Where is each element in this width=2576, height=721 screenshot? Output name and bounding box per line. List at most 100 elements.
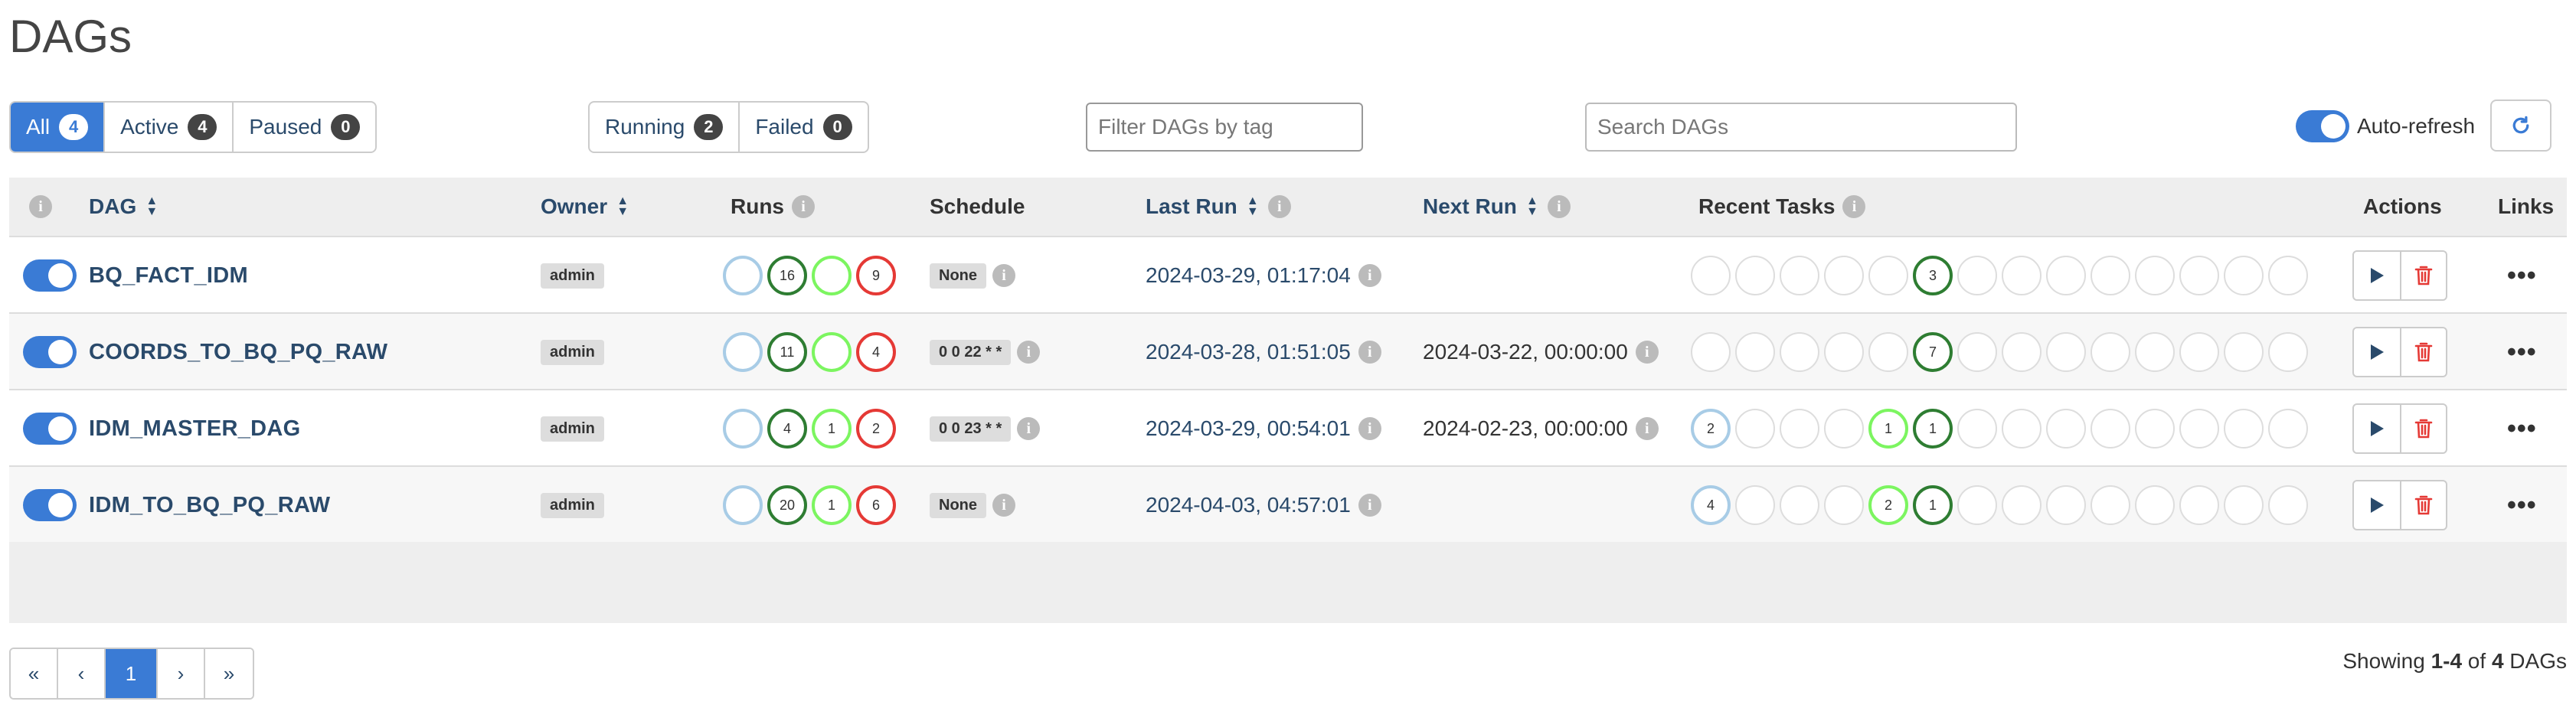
recent-task-circle[interactable] [2002, 332, 2042, 372]
info-icon[interactable]: i [1635, 341, 1659, 364]
recent-task-circle[interactable] [2091, 485, 2130, 525]
recent-task-circle[interactable] [1824, 256, 1864, 295]
delete-dag-button[interactable] [2400, 405, 2446, 452]
page-prev-button[interactable]: ‹ [58, 649, 106, 698]
owner-tag[interactable]: admin [541, 416, 604, 442]
recent-task-circle[interactable] [1735, 485, 1775, 525]
run-state-running[interactable] [812, 332, 852, 372]
recent-task-circle[interactable]: 2 [1691, 409, 1731, 449]
page-first-button[interactable]: « [11, 649, 58, 698]
recent-task-circle[interactable] [2268, 256, 2308, 295]
recent-task-circle[interactable] [1735, 409, 1775, 449]
recent-task-circle[interactable] [1780, 485, 1819, 525]
recent-task-circle[interactable] [2091, 332, 2130, 372]
more-dots-icon[interactable]: ••• [2507, 414, 2537, 444]
dag-id-link[interactable]: BQ_FACT_IDM [89, 263, 248, 289]
recent-task-circle[interactable]: 1 [1913, 409, 1953, 449]
recent-task-circle[interactable] [1957, 409, 1997, 449]
owner-tag[interactable]: admin [541, 263, 604, 289]
trigger-dag-button[interactable] [2354, 481, 2400, 529]
tag-filter-input[interactable] [1086, 103, 1363, 152]
recent-task-circle[interactable] [2268, 409, 2308, 449]
col-next-run[interactable]: Next Run ▲ ▼ i [1423, 178, 1571, 236]
more-dots-icon[interactable]: ••• [2507, 338, 2537, 367]
recent-task-circle[interactable] [1957, 332, 1997, 372]
run-state-queued[interactable] [723, 409, 763, 449]
recent-task-circle[interactable]: 3 [1913, 256, 1953, 295]
recent-task-circle[interactable] [2179, 256, 2219, 295]
recent-task-circle[interactable] [2224, 332, 2264, 372]
info-icon[interactable]: i [992, 494, 1015, 517]
owner-tag[interactable]: admin [541, 492, 604, 518]
dag-pause-toggle[interactable] [23, 259, 77, 292]
recent-task-circle[interactable] [1691, 256, 1731, 295]
info-icon[interactable]: i [1267, 195, 1291, 218]
recent-task-circle[interactable] [2268, 332, 2308, 372]
info-icon[interactable]: i [29, 195, 52, 218]
run-state-success[interactable]: 4 [767, 409, 807, 449]
run-state-queued[interactable] [723, 332, 763, 372]
col-owner[interactable]: Owner ▲ ▼ [541, 178, 630, 236]
more-dots-icon[interactable]: ••• [2507, 491, 2537, 520]
recent-task-circle[interactable] [1780, 256, 1819, 295]
recent-task-circle[interactable] [1957, 256, 1997, 295]
last-run-link[interactable]: 2024-04-03, 04:57:01 [1146, 493, 1351, 517]
info-icon[interactable]: i [792, 195, 815, 218]
run-state-success[interactable]: 16 [767, 256, 807, 295]
info-icon[interactable]: i [1017, 417, 1041, 440]
dag-pause-toggle[interactable] [23, 413, 77, 445]
search-input[interactable] [1585, 103, 2017, 152]
recent-task-circle[interactable] [2224, 409, 2264, 449]
dag-id-link[interactable]: COORDS_TO_BQ_PQ_RAW [89, 340, 387, 365]
run-state-running[interactable]: 1 [812, 409, 852, 449]
recent-task-circle[interactable] [1780, 409, 1819, 449]
recent-task-circle[interactable]: 1 [1913, 485, 1953, 525]
col-last-run[interactable]: Last Run ▲ ▼ i [1146, 178, 1291, 236]
recent-task-circle[interactable] [2179, 485, 2219, 525]
recent-task-circle[interactable] [2091, 409, 2130, 449]
recent-task-circle[interactable]: 2 [1868, 485, 1908, 525]
run-state-failed[interactable]: 2 [856, 409, 896, 449]
trigger-dag-button[interactable] [2354, 328, 2400, 376]
info-icon[interactable]: i [1842, 195, 1866, 218]
recent-task-circle[interactable] [2002, 256, 2042, 295]
dag-pause-toggle[interactable] [23, 336, 77, 368]
dag-pause-toggle[interactable] [23, 489, 77, 521]
recent-task-circle[interactable] [2091, 256, 2130, 295]
last-run-link[interactable]: 2024-03-29, 00:54:01 [1146, 416, 1351, 441]
recent-task-circle[interactable] [1824, 409, 1864, 449]
info-icon[interactable]: i [1358, 264, 1381, 287]
recent-task-circle[interactable] [1824, 332, 1864, 372]
dag-id-link[interactable]: IDM_TO_BQ_PQ_RAW [89, 493, 330, 518]
run-state-failed[interactable]: 6 [856, 485, 896, 525]
trigger-dag-button[interactable] [2354, 252, 2400, 299]
recent-task-circle[interactable] [2046, 485, 2086, 525]
recent-task-circle[interactable] [1735, 256, 1775, 295]
recent-task-circle[interactable] [2135, 485, 2175, 525]
info-icon[interactable]: i [1358, 494, 1381, 517]
recent-task-circle[interactable] [2046, 409, 2086, 449]
run-state-failed[interactable]: 4 [856, 332, 896, 372]
recent-task-circle[interactable] [2002, 409, 2042, 449]
run-state-queued[interactable] [723, 485, 763, 525]
more-dots-icon[interactable]: ••• [2507, 261, 2537, 291]
dag-id-link[interactable]: IDM_MASTER_DAG [89, 416, 301, 442]
refresh-button[interactable] [2490, 100, 2551, 152]
recent-task-circle[interactable]: 1 [1868, 409, 1908, 449]
recent-task-circle[interactable] [2046, 256, 2086, 295]
recent-task-circle[interactable] [2002, 485, 2042, 525]
info-icon[interactable]: i [1017, 341, 1041, 364]
col-dag[interactable]: DAG ▲ ▼ [89, 178, 159, 236]
recent-task-circle[interactable] [1824, 485, 1864, 525]
last-run-link[interactable]: 2024-03-28, 01:51:05 [1146, 340, 1351, 364]
delete-dag-button[interactable] [2400, 252, 2446, 299]
recent-task-circle[interactable] [2135, 256, 2175, 295]
recent-task-circle[interactable] [1957, 485, 1997, 525]
last-run-link[interactable]: 2024-03-29, 01:17:04 [1146, 263, 1351, 288]
info-icon[interactable]: i [992, 264, 1015, 287]
recent-task-circle[interactable] [2179, 332, 2219, 372]
recent-task-circle[interactable]: 7 [1913, 332, 1953, 372]
recent-task-circle[interactable] [2224, 485, 2264, 525]
info-icon[interactable]: i [1358, 341, 1381, 364]
recent-task-circle[interactable] [2224, 256, 2264, 295]
